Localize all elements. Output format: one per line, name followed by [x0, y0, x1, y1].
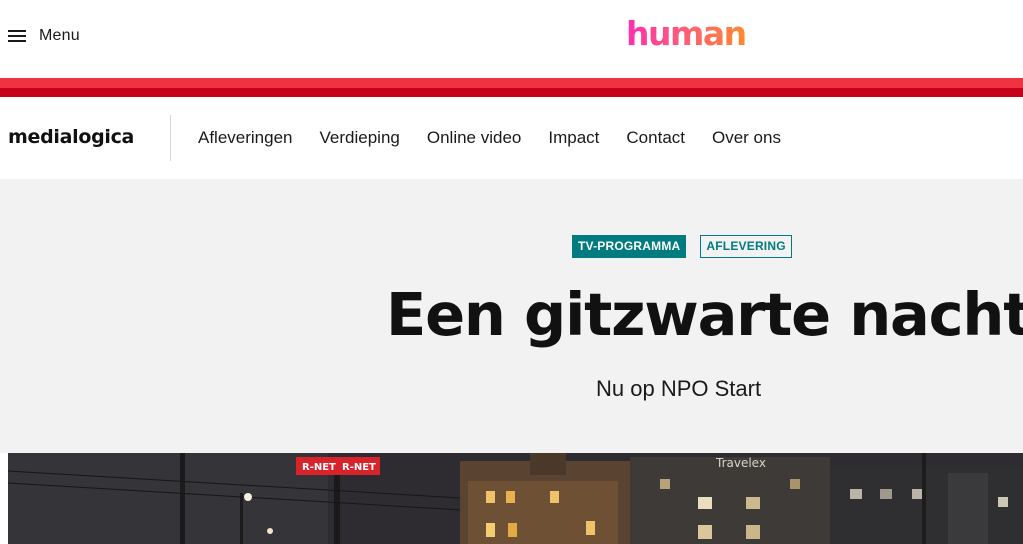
nav-item-contact[interactable]: Contact: [626, 128, 685, 147]
video-still[interactable]: R-NET R-NET Travelex: [8, 453, 1023, 544]
nav-item-afleveringen[interactable]: Afleveringen: [198, 128, 293, 147]
sign-rnet-2: R-NET: [342, 462, 376, 473]
program-nav-list: Afleveringen Verdieping Online video Imp…: [198, 128, 781, 148]
program-logo[interactable]: medialogica: [8, 126, 134, 148]
page-title: Een gitzwarte nacht: [386, 280, 1023, 349]
header-stripe-dark: [0, 88, 1023, 97]
nav-item-over-ons[interactable]: Over ons: [712, 128, 781, 147]
hamburger-icon: [8, 30, 26, 42]
nav-divider: [170, 115, 171, 161]
nav-item-verdieping[interactable]: Verdieping: [320, 128, 400, 147]
sign-travelex: Travelex: [715, 456, 766, 470]
tag-aflevering[interactable]: AFLEVERING: [700, 235, 792, 258]
tag-list: TV-PROGRAMMA AFLEVERING: [572, 235, 792, 258]
tag-tv-programma[interactable]: TV-PROGRAMMA: [572, 235, 687, 258]
header-stripe-light: [0, 78, 1023, 88]
menu-label: Menu: [39, 27, 80, 44]
menu-button[interactable]: Menu: [8, 24, 80, 48]
brand-logo[interactable]: human: [626, 14, 747, 54]
hero: TV-PROGRAMMA AFLEVERING Een gitzwarte na…: [0, 179, 1023, 453]
street-night-image: R-NET R-NET Travelex: [8, 453, 1023, 544]
page-subtitle: Nu op NPO Start: [596, 376, 762, 401]
nav-item-online-video[interactable]: Online video: [427, 128, 522, 147]
program-nav: medialogica Afleveringen Verdieping Onli…: [0, 97, 1023, 179]
site-header: Menu human: [0, 0, 1023, 78]
sign-rnet-1: R-NET: [302, 462, 336, 473]
nav-item-impact[interactable]: Impact: [548, 128, 599, 147]
